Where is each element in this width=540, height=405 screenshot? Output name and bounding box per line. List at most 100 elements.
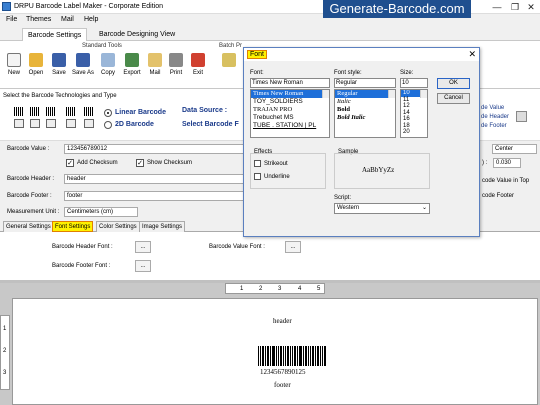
barcode-value-label: Barcode Value : bbox=[7, 146, 50, 152]
ruler-mark: 2 bbox=[3, 348, 7, 354]
twod-radio[interactable] bbox=[104, 121, 112, 129]
value-font-button[interactable]: ... bbox=[285, 241, 301, 253]
size-list-item[interactable]: 20 bbox=[401, 129, 427, 136]
menu-help[interactable]: Help bbox=[84, 16, 98, 23]
style-list-item[interactable]: Bold bbox=[335, 106, 395, 114]
alignment-select[interactable]: Center bbox=[492, 144, 537, 154]
twod-barcode-label[interactable]: 2D Barcode bbox=[115, 121, 154, 128]
menu-themes[interactable]: Themes bbox=[26, 16, 51, 23]
barcode-thumb-icon[interactable] bbox=[46, 107, 56, 116]
save-as-icon bbox=[76, 53, 90, 67]
font-label: Font: bbox=[250, 70, 264, 76]
settings-icon[interactable] bbox=[516, 111, 527, 122]
close-window-button[interactable]: ✕ bbox=[522, 1, 540, 13]
barcode-2d-thumb-icon[interactable] bbox=[84, 119, 94, 128]
script-select[interactable]: Western bbox=[334, 203, 430, 214]
tab-color-settings[interactable]: Color Settings bbox=[96, 221, 140, 232]
value-font-label: Barcode Value Font : bbox=[209, 244, 265, 250]
tab-barcode-designing-view[interactable]: Barcode Designing View bbox=[94, 28, 180, 41]
menu-bar: File Themes Mail Help bbox=[0, 14, 320, 26]
barcode-thumb-icon[interactable] bbox=[84, 107, 94, 116]
exit-icon bbox=[191, 53, 205, 67]
barcode-header-input[interactable]: header bbox=[64, 174, 244, 184]
show-checksum-checkbox[interactable]: ✓ bbox=[136, 159, 144, 167]
numeric-input[interactable]: 0.030 bbox=[493, 158, 521, 168]
sample-text: AaBbYyZz bbox=[362, 166, 395, 174]
right-footer-label: de Footer bbox=[481, 123, 507, 129]
font-dialog: Font ✕ Font: Times New Roman Times New R… bbox=[243, 47, 480, 237]
barcode-thumb-icon[interactable] bbox=[66, 107, 76, 116]
barcode-2d-thumb-icon[interactable] bbox=[30, 119, 40, 128]
dialog-close-button[interactable]: ✕ bbox=[468, 49, 476, 60]
app-icon bbox=[2, 2, 11, 11]
barcode-footer-input[interactable]: footer bbox=[64, 191, 244, 201]
save-button[interactable]: Save bbox=[48, 53, 70, 85]
technology-title: Select the Barcode Technologies and Type bbox=[3, 93, 117, 99]
font-size-input[interactable]: 10 bbox=[400, 78, 428, 88]
print-icon bbox=[169, 53, 183, 67]
add-checksum-checkbox[interactable]: ✓ bbox=[66, 159, 74, 167]
minimize-button[interactable]: — bbox=[488, 1, 506, 13]
font-list-scrollbar[interactable] bbox=[322, 90, 329, 98]
copy-button[interactable]: Copy bbox=[97, 53, 119, 85]
cancel-button[interactable]: Cancel bbox=[437, 93, 470, 104]
batch-edit-button[interactable] bbox=[218, 53, 240, 85]
effects-group bbox=[250, 153, 326, 189]
barcode-thumb-icon[interactable] bbox=[30, 107, 40, 116]
size-label: Size: bbox=[400, 70, 414, 76]
ok-button[interactable]: OK bbox=[437, 78, 470, 89]
style-list-item[interactable]: Bold Italic bbox=[335, 114, 395, 122]
exit-button[interactable]: Exit bbox=[187, 53, 209, 85]
header-font-button[interactable]: ... bbox=[135, 241, 151, 253]
underline-label: Underline bbox=[264, 174, 290, 180]
print-button[interactable]: Print bbox=[165, 53, 187, 85]
mail-button[interactable]: Mail bbox=[144, 53, 166, 85]
linear-radio[interactable] bbox=[104, 109, 112, 117]
mail-icon bbox=[148, 53, 162, 67]
label-preview[interactable]: header 1234567890125 footer bbox=[12, 298, 538, 405]
menu-mail[interactable]: Mail bbox=[61, 16, 74, 23]
tab-font-settings[interactable]: Font Settings bbox=[52, 221, 94, 232]
font-list-item[interactable]: TRAJAN PRO bbox=[251, 106, 329, 114]
font-style-input[interactable]: Regular bbox=[334, 78, 396, 88]
font-list[interactable]: Times New Roman TOY_SOLDIERS TRAJAN PRO … bbox=[250, 89, 330, 138]
font-style-list[interactable]: Regular Italic Bold Bold Italic bbox=[334, 89, 396, 138]
open-button[interactable]: Open bbox=[25, 53, 47, 85]
dialog-title-bar: Font ✕ bbox=[244, 48, 479, 61]
linear-barcode-label[interactable]: Linear Barcode bbox=[115, 109, 166, 116]
save-as-button[interactable]: Save As bbox=[72, 53, 94, 85]
ruler-mark: 3 bbox=[278, 286, 282, 292]
style-list-item[interactable]: Italic bbox=[335, 98, 395, 106]
measurement-unit-select[interactable]: Centimeters (cm) bbox=[64, 207, 138, 217]
style-list-scrollbar[interactable] bbox=[388, 90, 395, 98]
barcode-2d-thumb-icon[interactable] bbox=[46, 119, 56, 128]
style-label: Font style: bbox=[334, 70, 362, 76]
barcode-image bbox=[258, 346, 326, 366]
menu-file[interactable]: File bbox=[6, 16, 17, 23]
font-list-item[interactable]: Times New Roman bbox=[251, 90, 329, 98]
style-list-item[interactable]: Regular bbox=[335, 90, 395, 98]
tab-image-settings[interactable]: Image Settings bbox=[139, 221, 186, 232]
strikeout-checkbox[interactable] bbox=[254, 160, 261, 167]
barcode-header-label: Barcode Header : bbox=[7, 176, 55, 182]
export-button[interactable]: Export bbox=[121, 53, 143, 85]
footer-font-button[interactable]: ... bbox=[135, 260, 151, 272]
barcode-value-input[interactable]: 123456789012 bbox=[64, 144, 244, 154]
window-title: DRPU Barcode Label Maker - Corporate Edi… bbox=[14, 3, 164, 10]
font-name-input[interactable]: Times New Roman bbox=[250, 78, 330, 88]
barcode-2d-thumb-icon[interactable] bbox=[14, 119, 24, 128]
barcode-2d-thumb-icon[interactable] bbox=[66, 119, 76, 128]
font-list-item[interactable]: Trebuchet MS bbox=[251, 114, 329, 122]
size-list-scrollbar[interactable] bbox=[420, 90, 427, 98]
tab-barcode-settings[interactable]: Barcode Settings bbox=[22, 28, 88, 41]
brand-banner[interactable]: Generate-Barcode.com bbox=[323, 0, 471, 18]
footer-right-label: code Footer bbox=[482, 193, 515, 199]
underline-checkbox[interactable] bbox=[254, 173, 261, 180]
font-list-item[interactable]: TOY_SOLDIERS bbox=[251, 98, 329, 106]
tab-general-settings[interactable]: General Settings bbox=[3, 221, 54, 232]
title-bar: DRPU Barcode Label Maker - Corporate Edi… bbox=[0, 0, 540, 18]
barcode-thumb-icon[interactable] bbox=[14, 107, 24, 116]
font-list-item[interactable]: TUBE . STATION | PL bbox=[251, 122, 329, 130]
font-size-list[interactable]: 10 11 12 14 16 18 20 bbox=[400, 89, 428, 138]
new-button[interactable]: New bbox=[3, 53, 25, 85]
